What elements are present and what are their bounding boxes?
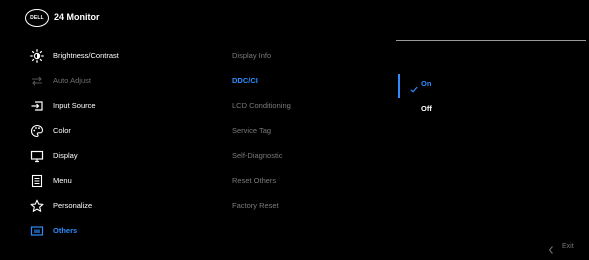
exit-button[interactable]: Exit [562, 242, 574, 252]
submenu-item-factory-reset[interactable]: Factory Reset [232, 200, 279, 212]
submenu-item-ddc-ci[interactable]: DDC/CI [232, 75, 258, 87]
header-divider [396, 40, 586, 41]
menu-item-brightness-contrast[interactable]: Brightness/Contrast [0, 48, 200, 66]
input-source-icon [30, 99, 44, 113]
star-icon [30, 199, 44, 213]
brightness-icon [30, 49, 44, 63]
submenu-item-self-diagnostic[interactable]: Self-Diagnostic [232, 150, 282, 162]
check-icon [410, 80, 418, 98]
menu-icon [30, 174, 44, 188]
menu-item-menu[interactable]: Menu [0, 173, 200, 191]
menu-item-input-source[interactable]: Input Source [0, 98, 200, 116]
menu-label: Personalize [53, 201, 93, 210]
menu-item-personalize[interactable]: Personalize [0, 198, 200, 216]
menu-item-display[interactable]: Display [0, 148, 200, 166]
submenu-item-service-tag[interactable]: Service Tag [232, 125, 271, 137]
menu-label: Color [53, 126, 71, 135]
menu-label: Input Source [53, 101, 96, 110]
submenu-item-display-info[interactable]: Display Info [232, 50, 271, 62]
menu-item-auto-adjust: Auto Adjust [0, 73, 200, 91]
display-icon [30, 149, 44, 163]
option-on[interactable]: On [421, 78, 431, 90]
menu-item-others[interactable]: Others [0, 223, 200, 241]
menu-item-color[interactable]: Color [0, 123, 200, 141]
color-palette-icon [30, 124, 44, 138]
menu-label: Menu [53, 176, 72, 185]
auto-adjust-icon [30, 74, 44, 88]
option-off[interactable]: Off [421, 103, 432, 115]
menu-label: Brightness/Contrast [53, 51, 119, 60]
menu-label: Display [53, 151, 78, 160]
menu-label: Auto Adjust [53, 76, 91, 85]
chevron-left-icon [548, 242, 554, 260]
submenu-item-reset-others[interactable]: Reset Others [232, 175, 276, 187]
header: DELL 24 Monitor [0, 0, 589, 40]
selection-indicator [398, 74, 400, 98]
menu-label: Others [53, 226, 78, 235]
monitor-title: 24 Monitor [54, 12, 100, 22]
dell-logo: DELL [25, 9, 49, 27]
submenu-item-lcd-conditioning[interactable]: LCD Conditioning [232, 100, 291, 112]
others-icon [30, 224, 44, 238]
